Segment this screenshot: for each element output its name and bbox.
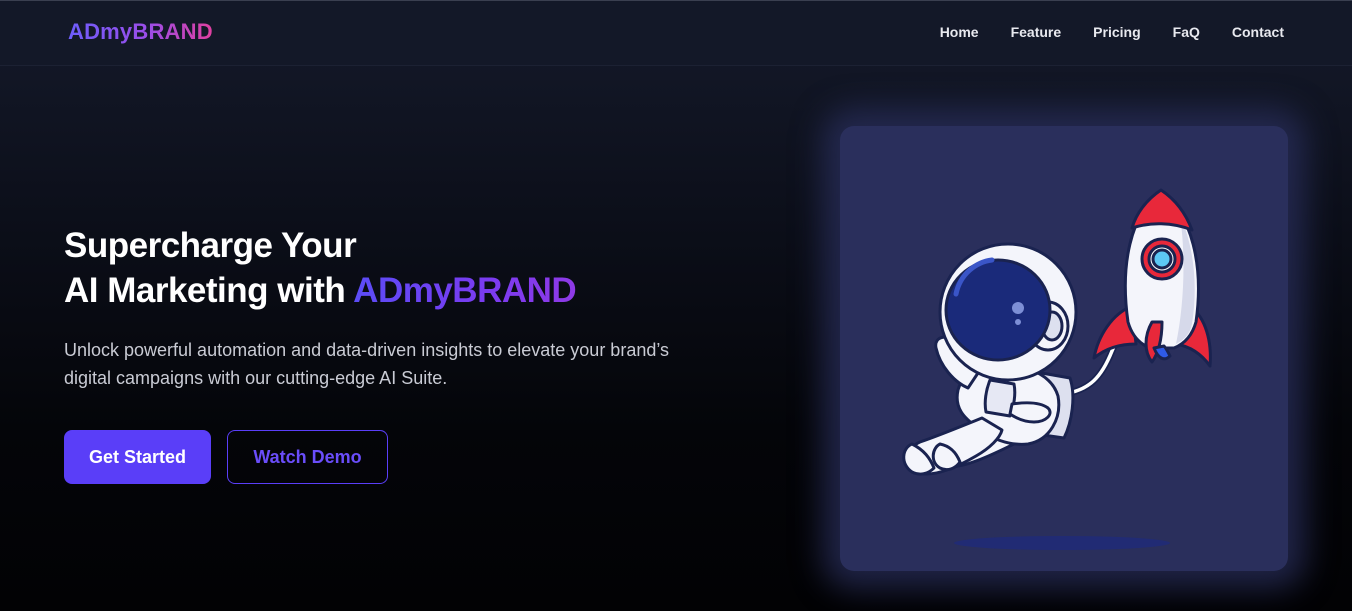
nav-link-pricing[interactable]: Pricing	[1093, 24, 1140, 40]
landing-page: ADmyBRAND Home Feature Pricing FaQ Conta…	[0, 0, 1352, 611]
top-navbar: ADmyBRAND Home Feature Pricing FaQ Conta…	[0, 1, 1352, 66]
hero-illustration-card	[840, 126, 1288, 571]
nav-link-faq[interactable]: FaQ	[1173, 24, 1200, 40]
watch-demo-button[interactable]: Watch Demo	[227, 430, 388, 484]
headline-line-1: Supercharge Your	[64, 226, 357, 265]
get-started-button[interactable]: Get Started	[64, 430, 211, 484]
nav-links: Home Feature Pricing FaQ Contact	[940, 24, 1284, 40]
astronaut-icon	[902, 242, 1078, 476]
hero-headline: Supercharge Your AI Marketing with ADmyB…	[64, 223, 577, 313]
subtext-line-2: digital campaigns with our cutting-edge …	[64, 368, 448, 388]
ground-shadow	[954, 536, 1170, 550]
headline-line-2-prefix: AI Marketing with	[64, 271, 354, 310]
subtext-line-1: Unlock powerful automation and data-driv…	[64, 340, 670, 360]
nav-link-contact[interactable]: Contact	[1232, 24, 1284, 40]
headline-brand: ADmyBRAND	[353, 271, 577, 310]
nav-link-home[interactable]: Home	[940, 24, 979, 40]
rocket-icon	[1092, 188, 1212, 368]
brand-logo[interactable]: ADmyBRAND	[68, 19, 213, 45]
astronaut-rocket-illustration	[902, 188, 1212, 550]
hero-subtext: Unlock powerful automation and data-driv…	[64, 336, 744, 392]
nav-link-feature[interactable]: Feature	[1011, 24, 1062, 40]
